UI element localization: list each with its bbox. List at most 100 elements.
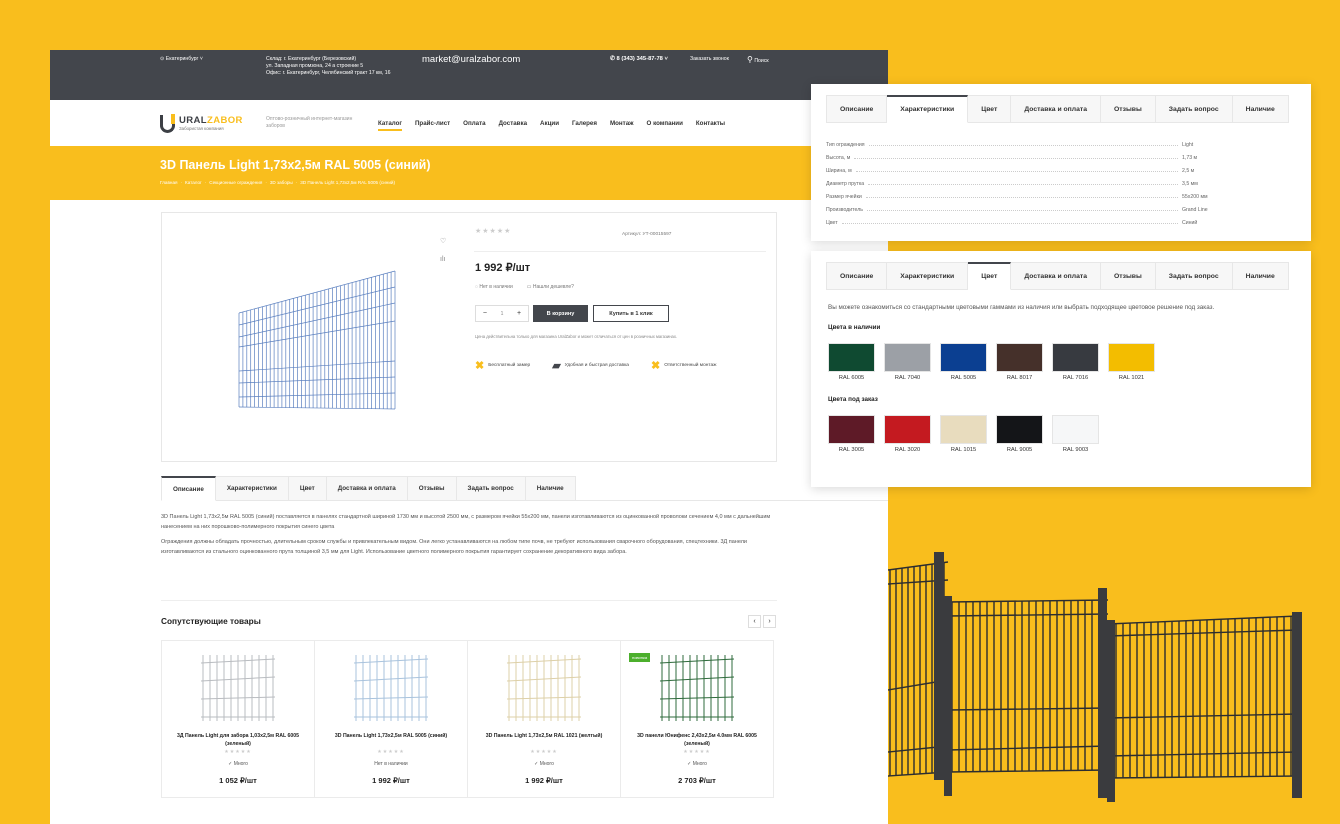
- page-banner: 3D Панель Light 1,73х2,5м RAL 5005 (сини…: [50, 146, 888, 200]
- color-chip[interactable]: [884, 415, 931, 444]
- related-product-image[interactable]: [199, 651, 277, 725]
- buy-one-click-button[interactable]: Купить в 1 клик: [593, 305, 669, 322]
- tab-availability[interactable]: Наличие: [525, 476, 576, 501]
- tab-availability[interactable]: Наличие: [1232, 262, 1289, 290]
- qty-value[interactable]: 1: [501, 311, 504, 317]
- color-chip[interactable]: [940, 415, 987, 444]
- related-product-card[interactable]: новинка 3D панели Юнифенс 2,43х2,5м 4.0мм…: [620, 640, 774, 798]
- breadcrumb-sections[interactable]: Секционные ограждения: [209, 180, 262, 185]
- nav-payment[interactable]: Оплата: [463, 120, 485, 131]
- found-cheaper-link[interactable]: ▭ Нашли дешевле?: [527, 284, 574, 290]
- logo-icon[interactable]: [160, 114, 175, 133]
- color-swatch[interactable]: RAL 8017: [996, 343, 1043, 381]
- nav-installation[interactable]: Монтаж: [610, 120, 634, 131]
- color-chip[interactable]: [1052, 343, 1099, 372]
- tab-color[interactable]: Цвет: [968, 262, 1012, 290]
- breadcrumb-3d[interactable]: 3D заборы: [270, 180, 293, 185]
- spec-key: Размер ячейки: [826, 194, 862, 200]
- breadcrumb-home[interactable]: Главная: [160, 180, 177, 185]
- nav-gallery[interactable]: Галерея: [572, 120, 597, 131]
- related-product-card[interactable]: 3Д Панель Light для забора 1,03х2,5м RAL…: [161, 640, 315, 798]
- quantity-stepper[interactable]: − 1 +: [475, 305, 529, 322]
- tab-question[interactable]: Задать вопрос: [456, 476, 526, 501]
- tab-specs[interactable]: Характеристики: [887, 95, 969, 123]
- tab-description[interactable]: Описание: [826, 95, 888, 123]
- top-bar: ⊙ Екатеринбург ˅ Склад: г. Екатеринбург …: [50, 50, 888, 100]
- nav-contacts[interactable]: Контакты: [696, 120, 725, 131]
- related-product-name[interactable]: 3D Панель Light 1,73х2,5м RAL 5005 (сини…: [323, 732, 459, 740]
- related-product-name[interactable]: 3Д Панель Light для забора 1,03х2,5м RAL…: [170, 732, 306, 748]
- search-button[interactable]: ⚲ Поиск: [747, 55, 769, 64]
- tab-availability[interactable]: Наличие: [1232, 95, 1289, 123]
- color-chip[interactable]: [1108, 343, 1155, 372]
- tab-specs[interactable]: Характеристики: [887, 262, 969, 290]
- color-swatch[interactable]: RAL 1021: [1108, 343, 1155, 381]
- tab-reviews[interactable]: Отзывы: [407, 476, 457, 501]
- related-product-image[interactable]: [505, 651, 583, 725]
- related-product-card[interactable]: 3D Панель Light 1,73х2,5м RAL 1021 (желт…: [467, 640, 621, 798]
- related-product-image[interactable]: [352, 651, 430, 725]
- color-swatch[interactable]: RAL 9005: [996, 415, 1043, 453]
- qty-minus-button[interactable]: −: [483, 310, 487, 317]
- tab-question[interactable]: Задать вопрос: [1155, 262, 1233, 290]
- rating-stars[interactable]: ★★★★★: [475, 227, 511, 235]
- tab-specs[interactable]: Характеристики: [215, 476, 289, 501]
- tab-description[interactable]: Описание: [161, 476, 216, 501]
- color-swatch[interactable]: RAL 7040: [884, 343, 931, 381]
- tab-color[interactable]: Цвет: [968, 95, 1012, 123]
- tab-reviews[interactable]: Отзывы: [1100, 95, 1156, 123]
- tab-delivery[interactable]: Доставка и оплата: [1011, 262, 1101, 290]
- phone-link[interactable]: ✆ 8 (343) 345-87-78 ˅: [610, 56, 668, 62]
- color-swatch[interactable]: RAL 3020: [884, 415, 931, 453]
- related-product-name[interactable]: 3D Панель Light 1,73х2,5м RAL 1021 (желт…: [476, 732, 612, 740]
- logo[interactable]: URALZABOR: [179, 115, 243, 126]
- color-chip[interactable]: [940, 343, 987, 372]
- related-product-stock: ✓ Много: [534, 761, 554, 767]
- carousel-arrows: ‹ ›: [748, 615, 776, 628]
- nav-price-list[interactable]: Прайс-лист: [415, 120, 450, 131]
- color-chip[interactable]: [828, 415, 875, 444]
- color-chip[interactable]: [828, 343, 875, 372]
- tab-reviews[interactable]: Отзывы: [1100, 262, 1156, 290]
- related-product-image[interactable]: [658, 651, 736, 725]
- related-product-name[interactable]: 3D панели Юнифенс 2,43х2,5м 4.0мм RAL 60…: [629, 732, 765, 748]
- nav-about[interactable]: О компании: [647, 120, 683, 131]
- compare-icon[interactable]: ılı: [440, 251, 446, 269]
- color-name: RAL 3020: [894, 447, 921, 453]
- breadcrumb-separator: ·: [295, 180, 298, 185]
- carousel-prev-button[interactable]: ‹: [748, 615, 761, 628]
- nav-catalog[interactable]: Каталог: [378, 120, 402, 131]
- color-swatch[interactable]: RAL 7016: [1052, 343, 1099, 381]
- tab-delivery[interactable]: Доставка и оплата: [326, 476, 408, 501]
- header: URALZABOR Забористая компания Оптово-роз…: [50, 100, 888, 146]
- color-chip[interactable]: [996, 343, 1043, 372]
- carousel-next-button[interactable]: ›: [763, 615, 776, 628]
- spec-key: Тип ограждения: [826, 142, 865, 148]
- product-image[interactable]: [237, 269, 397, 411]
- color-swatch[interactable]: RAL 9003: [1052, 415, 1099, 453]
- tab-color[interactable]: Цвет: [288, 476, 327, 501]
- favorite-icon[interactable]: ♡: [440, 233, 446, 251]
- nav-delivery[interactable]: Доставка: [499, 120, 527, 131]
- tab-question[interactable]: Задать вопрос: [1155, 95, 1233, 123]
- city-selector[interactable]: ⊙ Екатеринбург ˅: [160, 56, 203, 62]
- qty-plus-button[interactable]: +: [517, 310, 521, 317]
- color-chip[interactable]: [996, 415, 1043, 444]
- tab-description[interactable]: Описание: [826, 262, 888, 290]
- email-link[interactable]: market@uralzabor.com: [422, 54, 520, 65]
- color-chip[interactable]: [1052, 415, 1099, 444]
- related-product-rating: ★★★★★: [377, 749, 405, 755]
- phone-icon: ✆: [610, 56, 615, 62]
- color-swatch[interactable]: RAL 5005: [940, 343, 987, 381]
- color-name: RAL 9005: [1006, 447, 1033, 453]
- nav-promotions[interactable]: Акции: [540, 120, 559, 131]
- tab-delivery[interactable]: Доставка и оплата: [1011, 95, 1101, 123]
- color-swatch[interactable]: RAL 3005: [828, 415, 875, 453]
- color-chip[interactable]: [884, 343, 931, 372]
- add-to-cart-button[interactable]: В корзину: [533, 305, 588, 322]
- color-swatch[interactable]: RAL 6005: [828, 343, 875, 381]
- color-swatch[interactable]: RAL 1015: [940, 415, 987, 453]
- callback-link[interactable]: Заказать звонок: [690, 56, 729, 62]
- related-product-card[interactable]: 3D Панель Light 1,73х2,5м RAL 5005 (сини…: [314, 640, 468, 798]
- breadcrumb-catalog[interactable]: Каталог: [185, 180, 202, 185]
